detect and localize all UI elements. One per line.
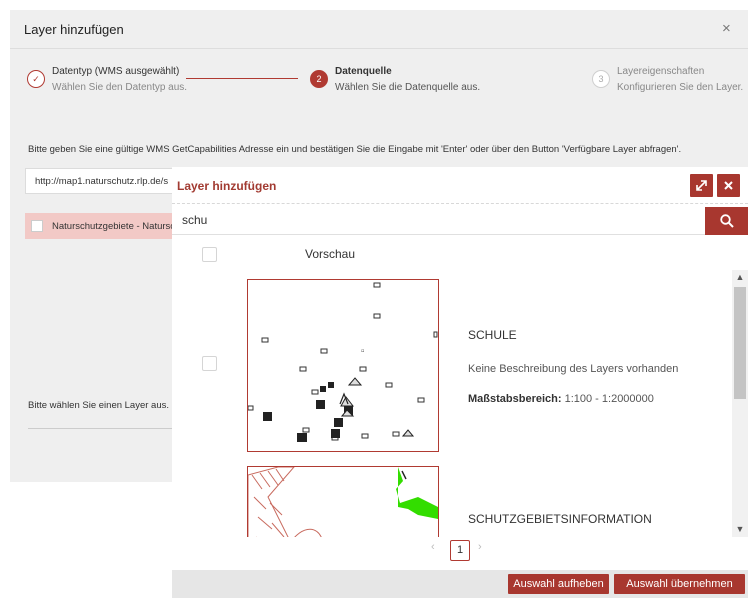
dialog-header: Layer hinzufügen [172, 167, 748, 204]
scale-value: 1:100 - 1:2000000 [564, 393, 654, 405]
step-2-description: Wählen Sie die Datenquelle aus. [335, 82, 481, 93]
scale-label: Maßstabsbereich: [468, 393, 562, 405]
dialog-footer: Auswahl aufheben Auswahl übernehmen [172, 570, 748, 598]
wms-url-input[interactable]: http://map1.naturschutz.rlp.de/s [25, 168, 173, 194]
scroll-down-icon[interactable]: ▼ [732, 522, 748, 536]
layer-row-label: Naturschutzgebiete - Natursc [52, 221, 173, 232]
step-2-number: 2 [310, 70, 328, 88]
step-1-check-icon: ✓ [27, 70, 45, 88]
step-3-title: Layereigenschaften [617, 66, 705, 77]
search-input[interactable] [182, 213, 702, 227]
results-list: ▫ SCHULE Keine Beschreibung des Layers v… [172, 270, 748, 537]
pagination-prev[interactable]: ‹ [431, 541, 435, 553]
search-icon [720, 214, 734, 228]
background-close-icon[interactable]: × [722, 20, 731, 37]
layer-row[interactable]: Naturschutzgebiete - Natursc [25, 213, 173, 239]
step-3-number: 3 [592, 70, 610, 88]
preview-column-header: Vorschau [305, 247, 356, 261]
pagination-next[interactable]: › [478, 541, 482, 553]
pagination-page-current[interactable]: 1 [450, 540, 470, 561]
result-checkbox[interactable] [202, 356, 217, 371]
step-connector [186, 78, 298, 79]
result-description: Keine Beschreibung des Layers vorhanden [468, 363, 679, 375]
search-bar [172, 207, 748, 235]
svg-text:▫: ▫ [361, 348, 364, 354]
deselect-button[interactable]: Auswahl aufheben [508, 574, 609, 594]
layer-search-dialog: Layer hinzufügen Vorschau [172, 167, 748, 598]
preview-thumbnail-map [247, 466, 439, 537]
step-1-description: Wählen Sie den Datentyp aus. [52, 82, 188, 93]
divider [28, 428, 173, 429]
divider [10, 48, 748, 49]
result-name: SCHUTZGEBIETSINFORMATION [468, 512, 652, 526]
select-all-checkbox[interactable] [202, 247, 217, 262]
background-dialog-title: Layer hinzufügen [24, 22, 124, 37]
protected-area-map [248, 467, 438, 537]
school-map-icons: ▫ [248, 282, 438, 442]
results-scrollbar[interactable]: ▲ ▼ [732, 270, 748, 537]
step-1-title: Datentyp (WMS ausgewählt) [52, 66, 180, 77]
preview-thumbnail-map: ▫ [247, 279, 439, 452]
result-name: SCHULE [468, 328, 517, 342]
expand-button[interactable] [690, 174, 713, 197]
search-button[interactable] [705, 207, 748, 235]
close-button[interactable] [717, 174, 740, 197]
dialog-title: Layer hinzufügen [177, 179, 277, 193]
step-2-title: Datenquelle [335, 66, 392, 77]
scrollbar-thumb[interactable] [734, 287, 746, 399]
result-scale: Maßstabsbereich: 1:100 - 1:2000000 [468, 393, 654, 405]
close-icon [724, 181, 733, 190]
results-header: Vorschau [172, 235, 748, 270]
choose-layer-prompt: Bitte wählen Sie einen Layer aus. [28, 400, 170, 411]
layer-row-checkbox[interactable] [31, 220, 43, 232]
apply-selection-button[interactable]: Auswahl übernehmen [614, 574, 745, 594]
step-3-description: Konfigurieren Sie den Layer. [617, 82, 744, 93]
scroll-up-icon[interactable]: ▲ [732, 270, 748, 284]
expand-icon [696, 180, 707, 191]
url-instruction: Bitte geben Sie eine gültige WMS GetCapa… [28, 144, 682, 155]
